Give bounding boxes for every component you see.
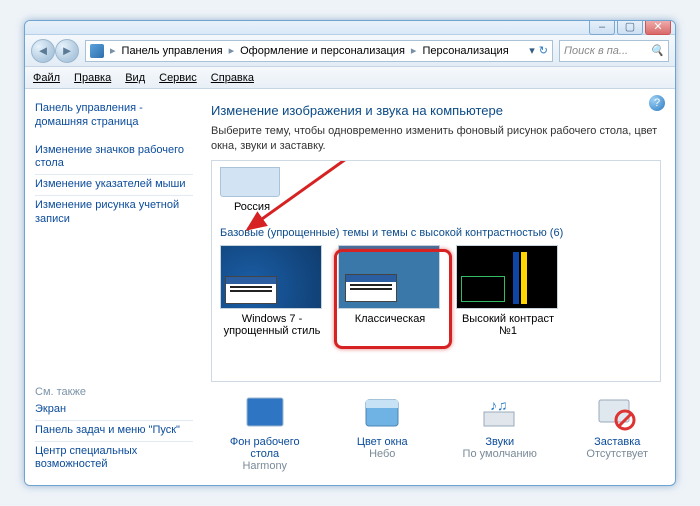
refresh-icon[interactable]: ↻ (539, 44, 548, 57)
breadcrumb-mid[interactable]: Оформление и персонализация (240, 45, 405, 57)
theme-win7-basic[interactable]: Windows 7 - упрощенный стиль (220, 245, 324, 337)
back-button[interactable]: ◄ (31, 39, 55, 63)
theme-classic[interactable]: Классическая (338, 245, 442, 337)
sidebar-home[interactable]: Панель управления - домашняя страница (35, 99, 193, 133)
content: ? Изменение изображения и звука на компь… (203, 89, 675, 485)
breadcrumb-root[interactable]: Панель управления (122, 45, 223, 57)
menu-help[interactable]: Справка (211, 72, 254, 84)
menu-file[interactable]: Файл (33, 72, 60, 84)
settings-row: Фон рабочего стола Harmony Цвет окна Неб… (211, 396, 661, 472)
desktop-bg-icon (243, 396, 287, 432)
basic-themes-header: Базовые (упрощенные) темы и темы с высок… (220, 227, 652, 239)
addressbar: ◄ ► ▸ Панель управления ▸ Оформление и п… (25, 35, 675, 67)
control-panel-icon (90, 44, 104, 58)
page-subtitle: Выберите тему, чтобы одновременно измени… (211, 124, 661, 154)
setting-desktop-bg[interactable]: Фон рабочего стола Harmony (221, 396, 309, 472)
setting-window-color[interactable]: Цвет окна Небо (339, 396, 427, 472)
svg-text:♪♫: ♪♫ (490, 397, 508, 413)
forward-button[interactable]: ► (55, 39, 79, 63)
basic-themes-row: Windows 7 - упрощенный стиль Классическа… (220, 245, 652, 337)
setting-sounds[interactable]: ♪♫ Звуки По умолчанию (456, 396, 544, 472)
sidebar-mouse-pointers[interactable]: Изменение указателей мыши (35, 174, 193, 195)
search-placeholder: Поиск в па... (564, 45, 628, 57)
theme-pane: Россия Базовые (упрощенные) темы и темы … (211, 160, 661, 382)
sidebar-ease-of-access[interactable]: Центр специальных возможностей (35, 441, 193, 476)
setting-screensaver[interactable]: Заставка Отсутствует (574, 396, 662, 472)
menubar: Файл Правка Вид Сервис Справка (25, 67, 675, 89)
personalization-window: – ▢ ✕ ◄ ► ▸ Панель управления ▸ Оформлен… (24, 20, 676, 486)
theme-russia-thumb[interactable] (220, 167, 280, 197)
window-controls: – ▢ ✕ (589, 20, 671, 35)
sidebar-taskbar[interactable]: Панель задач и меню "Пуск" (35, 420, 193, 441)
titlebar: – ▢ ✕ (25, 21, 675, 35)
menu-view[interactable]: Вид (125, 72, 145, 84)
maximize-button[interactable]: ▢ (617, 20, 643, 35)
screensaver-icon (595, 396, 639, 432)
sounds-icon: ♪♫ (478, 396, 522, 432)
sidebar-account-picture[interactable]: Изменение рисунка учетной записи (35, 195, 193, 230)
sidebar-screen[interactable]: Экран (35, 400, 193, 420)
menu-edit[interactable]: Правка (74, 72, 111, 84)
search-input[interactable]: Поиск в па... 🔍 (559, 40, 669, 62)
theme-high-contrast-1[interactable]: Высокий контраст №1 (456, 245, 560, 337)
search-icon: 🔍 (650, 44, 664, 57)
close-button[interactable]: ✕ (645, 20, 671, 35)
menu-tools[interactable]: Сервис (159, 72, 197, 84)
breadcrumb[interactable]: ▸ Панель управления ▸ Оформление и персо… (85, 40, 553, 62)
breadcrumb-dropdown-icon[interactable]: ▾ (529, 44, 535, 57)
breadcrumb-leaf[interactable]: Персонализация (422, 45, 508, 57)
sidebar-see-also: См. также (35, 386, 193, 398)
page-title: Изменение изображения и звука на компьют… (211, 103, 661, 118)
theme-russia-label: Россия (220, 201, 284, 213)
window-color-icon (360, 396, 404, 432)
sidebar: Панель управления - домашняя страница Из… (25, 89, 203, 485)
sidebar-desktop-icons[interactable]: Изменение значков рабочего стола (35, 141, 193, 175)
help-icon[interactable]: ? (649, 95, 665, 111)
minimize-button[interactable]: – (589, 20, 615, 35)
